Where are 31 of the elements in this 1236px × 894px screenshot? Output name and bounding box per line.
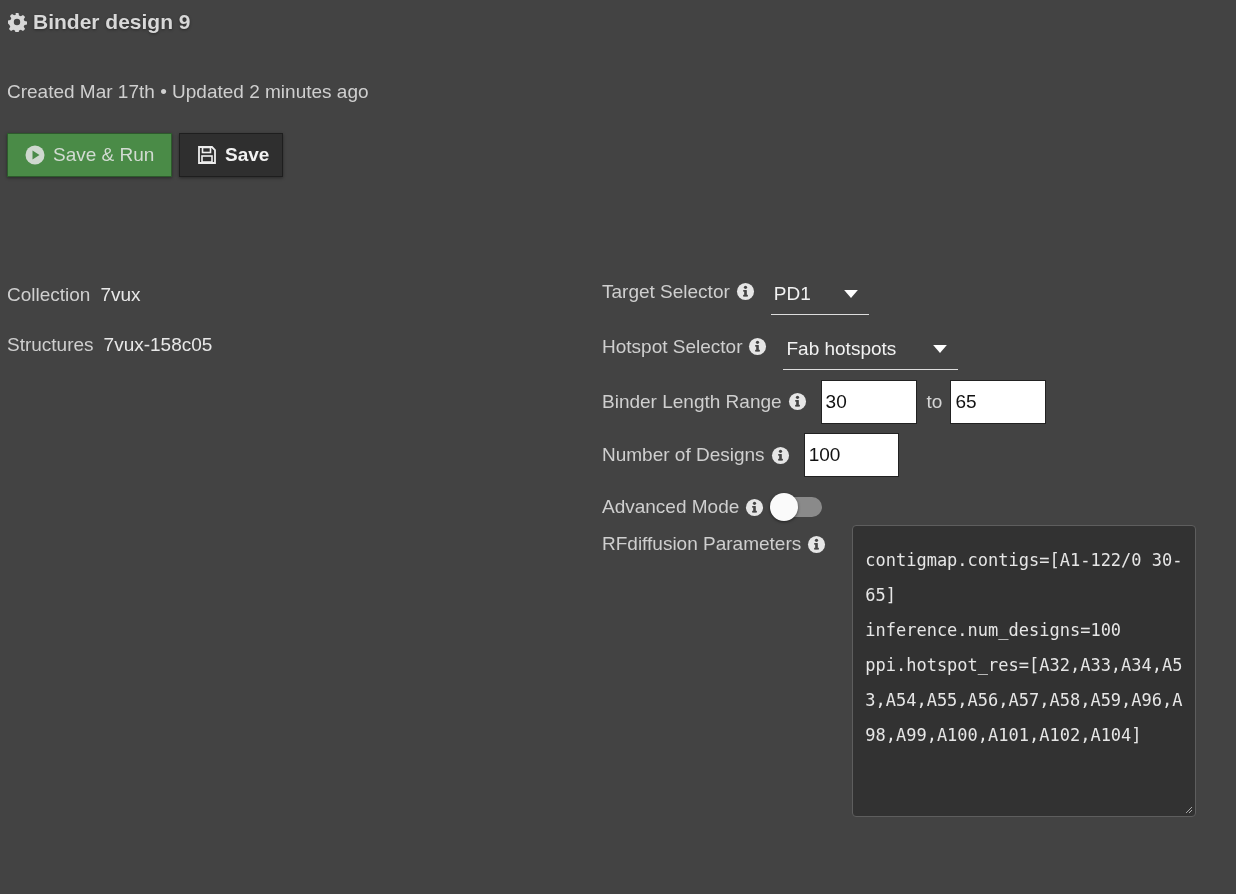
field-label: Hotspot Selector: [602, 335, 743, 358]
info-icon: [770, 445, 790, 465]
dropdown[interactable]: PD1: [770, 274, 869, 315]
info-icon: [807, 534, 827, 554]
play-icon: [25, 145, 45, 165]
field-label: Number of Designs: [602, 444, 765, 466]
page-title: Binder design 9: [33, 10, 191, 34]
dropdown[interactable]: Fab hotspots: [783, 329, 959, 370]
resize-handle-icon: [1183, 804, 1194, 814]
field-label: Collection: [7, 284, 91, 307]
info-icon: [735, 282, 755, 301]
save-button[interactable]: Save: [179, 133, 284, 177]
meta-text: Created Mar 17th • Updated 2 minutes ago: [7, 81, 370, 103]
field-label: Structures: [7, 334, 94, 357]
field-label: Binder Length Range: [602, 390, 782, 413]
field-label: Advanced Mode: [602, 496, 740, 518]
number-input[interactable]: 30: [820, 379, 917, 424]
number-input[interactable]: 100: [803, 433, 899, 477]
caret-icon: [843, 290, 858, 298]
info-icon: [745, 497, 765, 517]
parameters-text-area[interactable]: contigmap.contigs=[A1-122/0 30-65] inference.num_designs=100 ppi.hotspot_res=[A32,A33,A34,A53,A54,A55,A56,A57,A58,A59,A96,A98,A99,A100,A101,A102,A104]: [852, 525, 1197, 817]
number-input[interactable]: 65: [950, 379, 1047, 424]
field-label: Target Selector: [602, 280, 730, 303]
range-text: to: [926, 390, 943, 413]
caret-icon: [933, 345, 948, 353]
gear-icon: [7, 12, 27, 32]
info-icon: [748, 337, 768, 356]
field-value: 7vux: [100, 284, 141, 307]
field-label: RFdiffusion Parameters: [602, 533, 802, 555]
field-value: 7vux-158c05: [103, 334, 213, 357]
info-icon: [787, 392, 807, 411]
